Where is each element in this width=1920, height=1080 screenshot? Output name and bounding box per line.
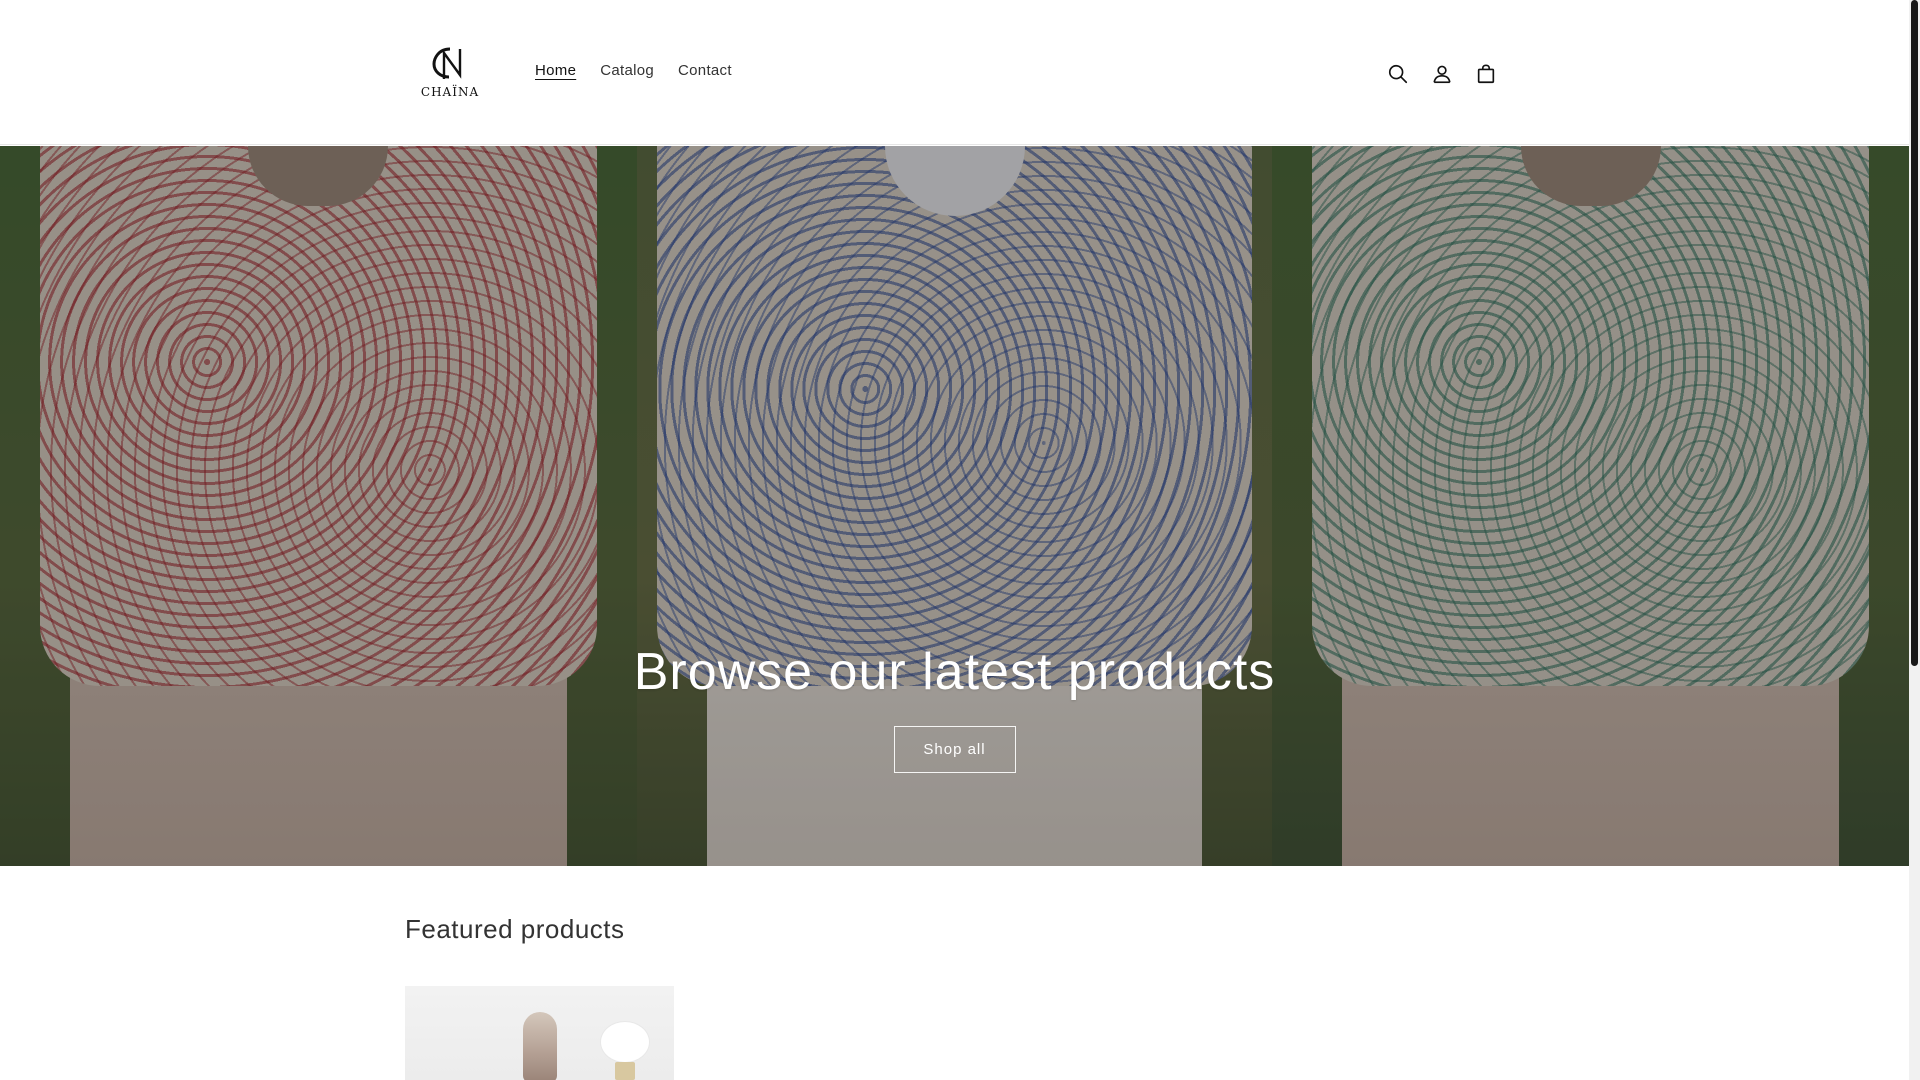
page: CHAÏNA Home Catalog Contact Browse our l… [0, 0, 1920, 1080]
hero-title: Browse our latest products [633, 643, 1276, 701]
page-scrollbar[interactable] [1909, 0, 1920, 1080]
site-header: CHAÏNA Home Catalog Contact [0, 0, 1909, 145]
scrollbar-thumb[interactable] [1911, 0, 1918, 666]
logo-mark-icon [432, 47, 462, 79]
hero-banner: Browse our latest products Shop all [0, 146, 1909, 866]
header-icons [1376, 52, 1508, 96]
account-button[interactable] [1420, 52, 1464, 96]
nav-catalog[interactable]: Catalog [588, 58, 666, 83]
store-logo[interactable]: CHAÏNA [405, 36, 495, 108]
product-card[interactable] [405, 986, 674, 1080]
search-icon [1388, 64, 1408, 84]
cart-icon [1477, 64, 1495, 84]
logo-text: CHAÏNA [420, 85, 480, 99]
nav-contact[interactable]: Contact [666, 58, 744, 83]
hero-content: Browse our latest products Shop all [0, 642, 1909, 773]
featured-products-title: Featured products [405, 914, 625, 944]
search-button[interactable] [1376, 52, 1420, 96]
product-image [405, 986, 674, 1080]
account-icon [1433, 65, 1451, 84]
nav-home[interactable]: Home [523, 58, 588, 83]
shop-all-button[interactable]: Shop all [893, 726, 1016, 773]
main-nav: Home Catalog Contact [523, 58, 744, 83]
cart-button[interactable] [1464, 52, 1508, 96]
